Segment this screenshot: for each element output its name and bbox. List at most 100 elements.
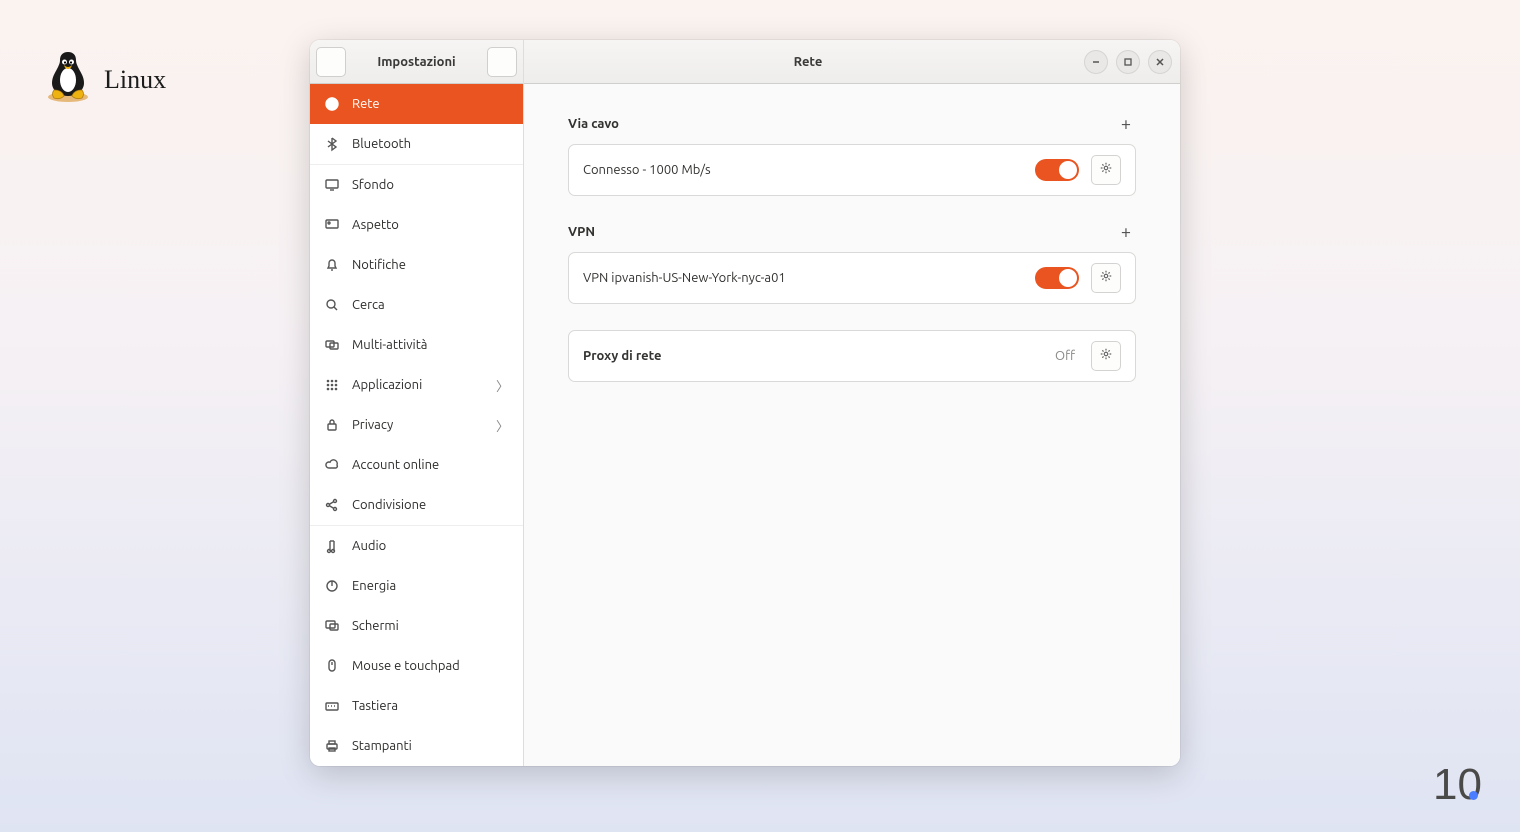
- sidebar-item-label: Bluetooth: [352, 137, 509, 151]
- sidebar-item-stampanti[interactable]: Stampanti: [310, 726, 523, 766]
- sidebar-item-schermi[interactable]: Schermi: [310, 606, 523, 646]
- cloud-icon: [324, 457, 340, 473]
- vpn-row: VPN ipvanish-US-New-York-nyc-a01: [569, 253, 1135, 303]
- sidebar-item-mouse[interactable]: Mouse e touchpad: [310, 646, 523, 686]
- displays-icon: [324, 618, 340, 634]
- sidebar-item-label: Mouse e touchpad: [352, 659, 509, 673]
- vpn-name: VPN ipvanish-US-New-York-nyc-a01: [583, 271, 1023, 285]
- main-title: Rete: [532, 55, 1084, 69]
- sidebar-item-bluetooth[interactable]: Bluetooth: [310, 124, 523, 164]
- monitor-icon: [324, 177, 340, 193]
- mouse-icon: [324, 658, 340, 674]
- vpn-heading: VPN: [568, 225, 595, 239]
- sidebar-item-label: Schermi: [352, 619, 509, 633]
- sidebar-item-multi-attivita[interactable]: Multi-attività: [310, 325, 523, 365]
- wired-card: Connesso - 1000 Mb/s: [568, 144, 1136, 196]
- search-button[interactable]: [316, 47, 346, 77]
- sidebar-item-audio[interactable]: Audio: [310, 526, 523, 566]
- wired-status: Connesso - 1000 Mb/s: [583, 163, 1023, 177]
- vpn-card: VPN ipvanish-US-New-York-nyc-a01: [568, 252, 1136, 304]
- bluetooth-icon: [324, 136, 340, 152]
- sidebar-item-label: Multi-attività: [352, 338, 509, 352]
- workspace-icon: [324, 337, 340, 353]
- wired-toggle[interactable]: [1035, 159, 1079, 181]
- wired-section-header: Via cavo +: [568, 114, 1136, 134]
- maximize-icon: [1123, 53, 1133, 71]
- hamburger-button[interactable]: [487, 47, 517, 77]
- minimize-button[interactable]: [1084, 50, 1108, 74]
- proxy-settings-button[interactable]: [1091, 341, 1121, 371]
- sidebar-item-label: Applicazioni: [352, 378, 484, 392]
- maximize-button[interactable]: [1116, 50, 1140, 74]
- vpn-settings-button[interactable]: [1091, 263, 1121, 293]
- lock-icon: [324, 417, 340, 433]
- sidebar-item-privacy[interactable]: Privacy 〉: [310, 405, 523, 445]
- gear-icon: [1099, 347, 1113, 365]
- sidebar-list: Rete Bluetooth Sfondo Aspetto Notifiche: [310, 84, 523, 766]
- power-icon: [324, 578, 340, 594]
- chevron-right-icon: 〉: [496, 416, 509, 435]
- main-content: Via cavo + Connesso - 1000 Mb/s VPN + VP…: [524, 84, 1180, 766]
- plus-icon: +: [1121, 222, 1131, 242]
- sidebar-title: Impostazioni: [352, 55, 481, 69]
- printer-icon: [324, 738, 340, 754]
- bell-icon: [324, 257, 340, 273]
- linux-brand: Linux: [44, 48, 166, 111]
- sidebar-item-label: Energia: [352, 579, 509, 593]
- settings-window: Impostazioni Rete Bluetooth Sfondo: [310, 40, 1180, 766]
- sidebar-item-label: Audio: [352, 539, 509, 553]
- main-panel: Rete Via cavo + Connesso - 1000 Mb/s: [524, 40, 1180, 766]
- proxy-card: Proxy di rete Off: [568, 330, 1136, 382]
- sidebar-item-label: Notifiche: [352, 258, 509, 272]
- proxy-heading: Proxy di rete: [583, 349, 1043, 363]
- plus-icon: +: [1121, 114, 1131, 134]
- corner-zero: 0: [1458, 760, 1482, 810]
- gear-icon: [1099, 161, 1113, 179]
- chevron-right-icon: 〉: [496, 376, 509, 395]
- sidebar-header: Impostazioni: [310, 40, 523, 84]
- vpn-section-header: VPN +: [568, 222, 1136, 242]
- add-wired-button[interactable]: +: [1116, 114, 1136, 134]
- wired-settings-button[interactable]: [1091, 155, 1121, 185]
- audio-icon: [324, 538, 340, 554]
- sidebar: Impostazioni Rete Bluetooth Sfondo: [310, 40, 524, 766]
- sidebar-item-label: Account online: [352, 458, 509, 472]
- sidebar-item-condivisione[interactable]: Condivisione: [310, 485, 523, 525]
- sidebar-item-energia[interactable]: Energia: [310, 566, 523, 606]
- vpn-toggle[interactable]: [1035, 267, 1079, 289]
- keyboard-icon: [324, 698, 340, 714]
- proxy-row: Proxy di rete Off: [569, 331, 1135, 381]
- sidebar-item-label: Sfondo: [352, 178, 509, 192]
- search-icon: [324, 297, 340, 313]
- sidebar-item-label: Privacy: [352, 418, 484, 432]
- sidebar-item-account-online[interactable]: Account online: [310, 445, 523, 485]
- sidebar-item-label: Rete: [352, 97, 509, 111]
- close-icon: [1155, 53, 1165, 71]
- main-header: Rete: [524, 40, 1180, 84]
- proxy-status: Off: [1055, 349, 1075, 363]
- appearance-icon: [324, 217, 340, 233]
- sidebar-item-aspetto[interactable]: Aspetto: [310, 205, 523, 245]
- sidebar-item-tastiera[interactable]: Tastiera: [310, 686, 523, 726]
- minimize-icon: [1091, 53, 1101, 71]
- sidebar-item-cerca[interactable]: Cerca: [310, 285, 523, 325]
- sidebar-item-label: Aspetto: [352, 218, 509, 232]
- globe-icon: [324, 96, 340, 112]
- sidebar-item-applicazioni[interactable]: Applicazioni 〉: [310, 365, 523, 405]
- corner-dot: [1469, 791, 1478, 800]
- gear-icon: [1099, 269, 1113, 287]
- grid-icon: [324, 377, 340, 393]
- sidebar-item-sfondo[interactable]: Sfondo: [310, 165, 523, 205]
- corner-one: 1: [1433, 760, 1457, 810]
- share-icon: [324, 497, 340, 513]
- close-button[interactable]: [1148, 50, 1172, 74]
- tux-icon: [44, 48, 92, 111]
- sidebar-item-label: Condivisione: [352, 498, 509, 512]
- sidebar-item-rete[interactable]: Rete: [310, 84, 523, 124]
- wired-heading: Via cavo: [568, 117, 619, 131]
- corner-logo: 10: [1433, 760, 1482, 810]
- add-vpn-button[interactable]: +: [1116, 222, 1136, 242]
- window-controls: [1084, 50, 1172, 74]
- wired-row: Connesso - 1000 Mb/s: [569, 145, 1135, 195]
- sidebar-item-notifiche[interactable]: Notifiche: [310, 245, 523, 285]
